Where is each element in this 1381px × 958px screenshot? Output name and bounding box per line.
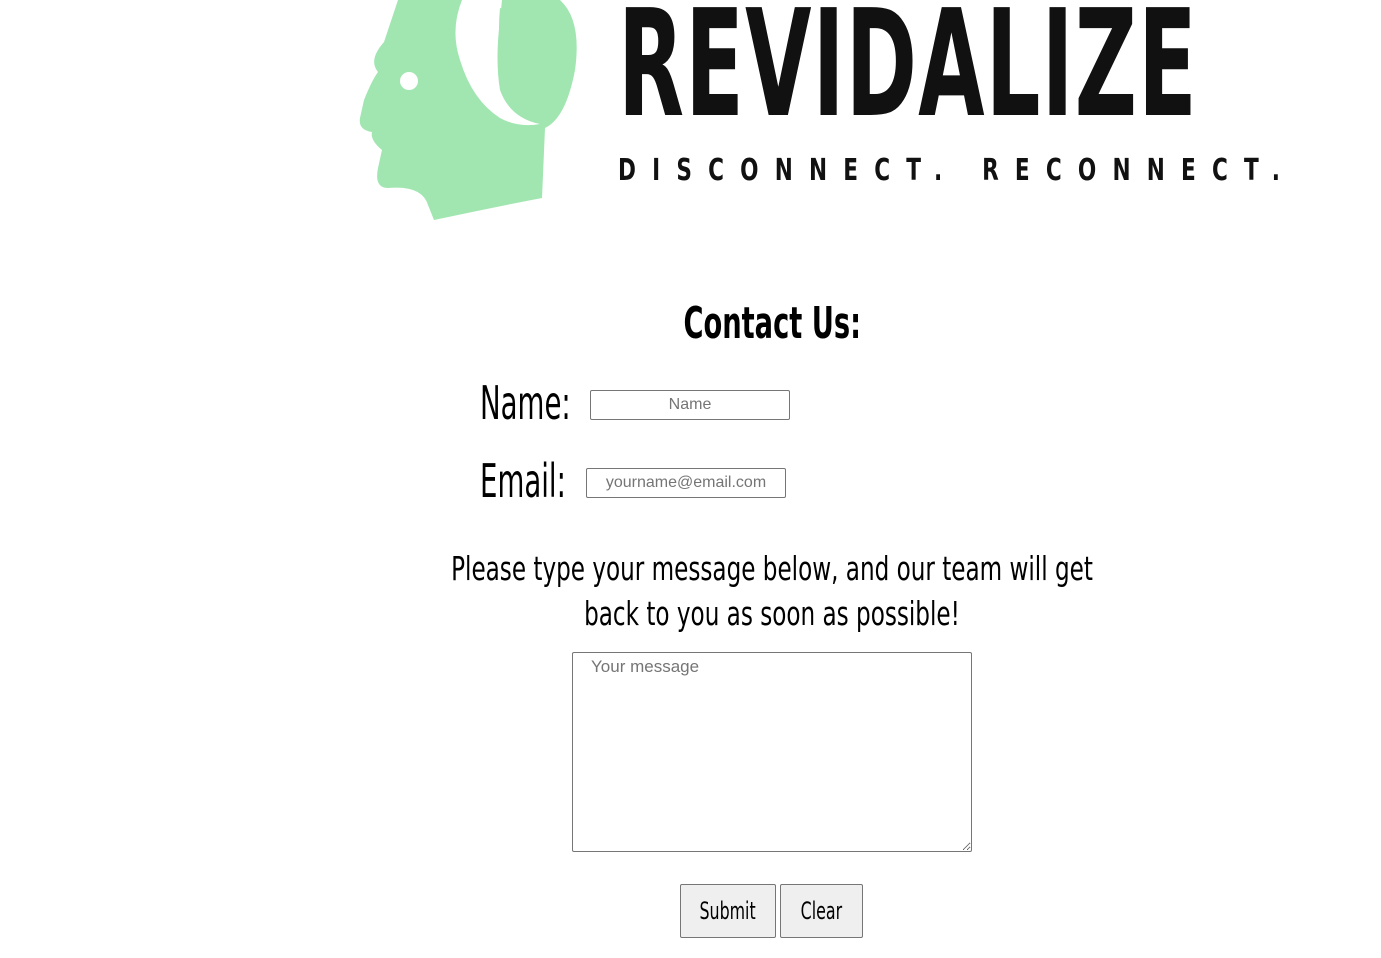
contact-heading: Contact Us:	[683, 298, 861, 349]
email-field[interactable]	[586, 468, 786, 498]
clear-label: Clear	[800, 897, 843, 925]
clear-button[interactable]: Clear	[780, 884, 863, 938]
name-field[interactable]	[590, 390, 790, 420]
head-leaf-icon	[359, 0, 577, 220]
page-title: Contact Us:	[0, 298, 1381, 350]
submit-label: Submit	[699, 897, 757, 925]
email-label: Email:	[480, 454, 566, 508]
message-prompt: Please type your message below, and our …	[451, 549, 1093, 633]
submit-button[interactable]: Submit	[680, 884, 776, 938]
brand-logo: REVIDALIZE DISCONNECT. RECONNECT.	[350, 0, 1280, 230]
message-instructions: Please type your message below, and our …	[430, 546, 1113, 636]
name-label: Name:	[480, 376, 571, 430]
brand-wordmark: REVIDALIZE	[618, 0, 1198, 150]
message-field[interactable]	[572, 652, 972, 852]
brand-tagline: DISCONNECT. RECONNECT.	[618, 153, 1297, 188]
